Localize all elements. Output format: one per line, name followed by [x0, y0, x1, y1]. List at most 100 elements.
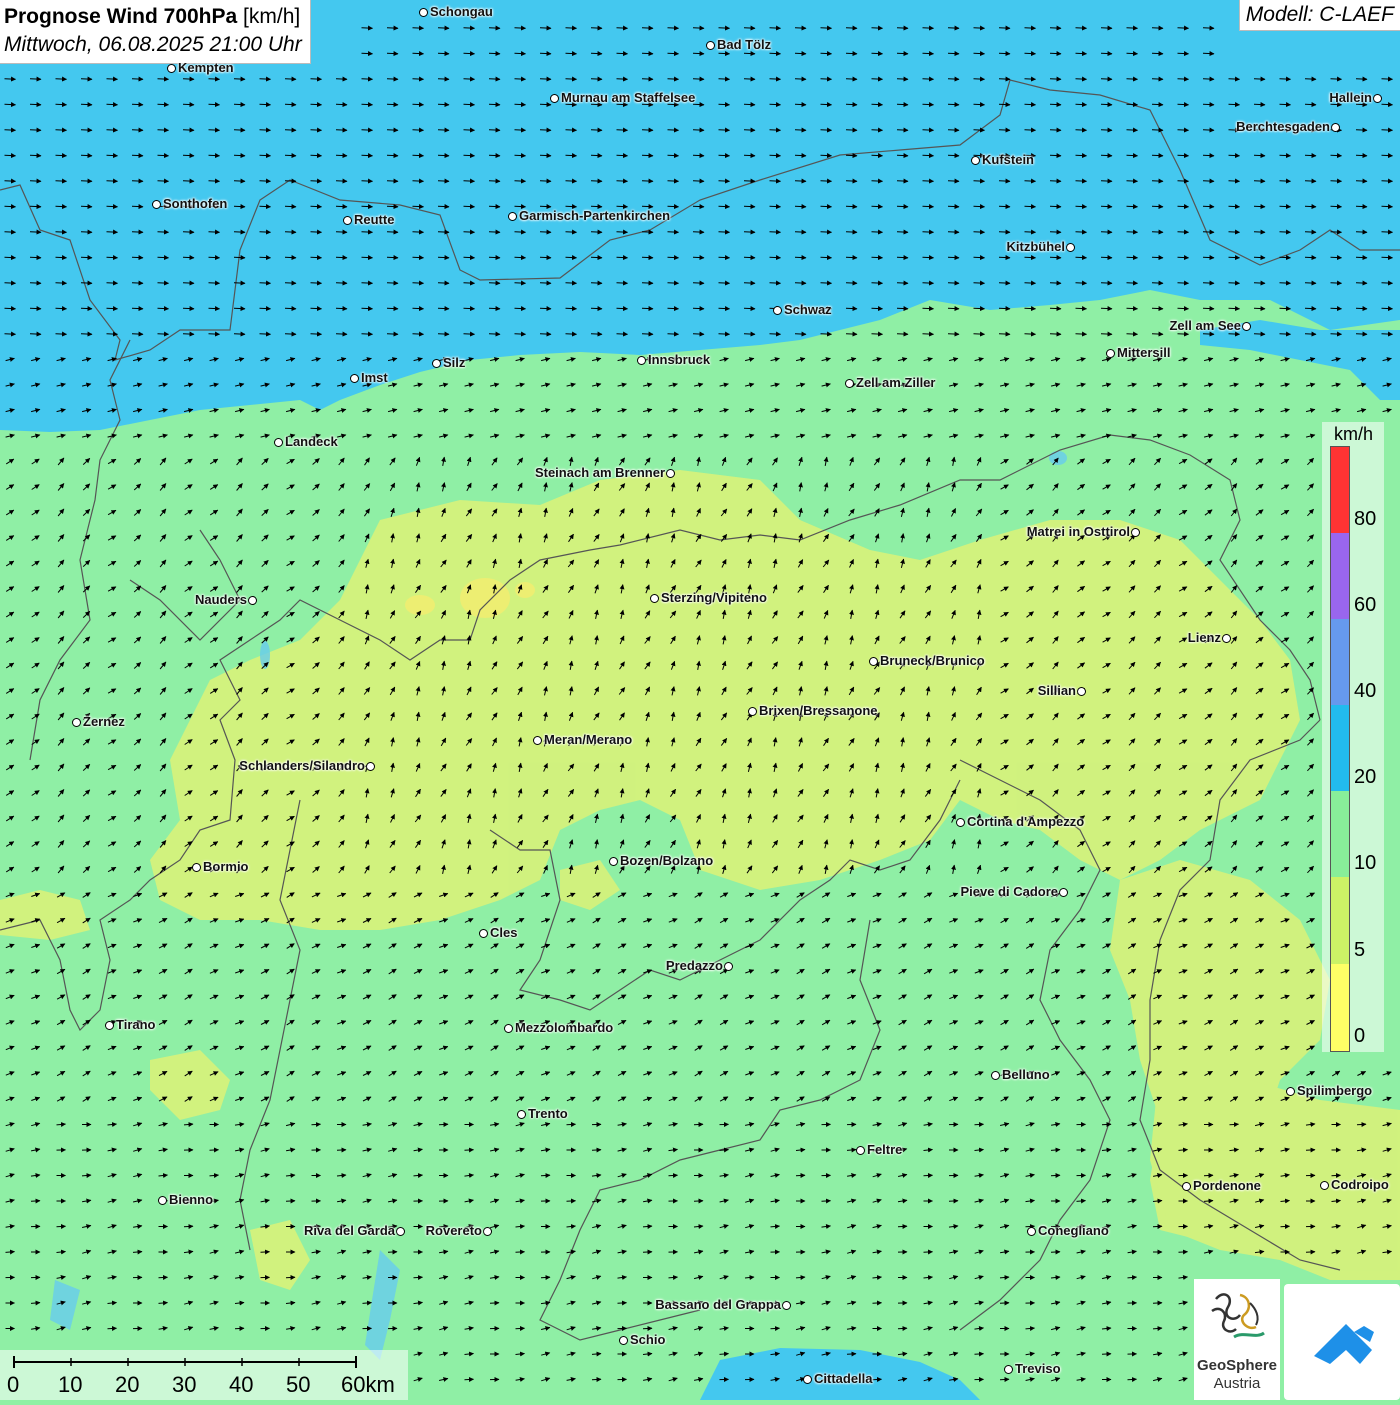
- mountain-cloud-icon: [1284, 1284, 1400, 1400]
- city-dot-icon: [158, 1196, 167, 1205]
- wind-arrow: [719, 308, 730, 309]
- wind-arrow: [1305, 104, 1316, 105]
- wind-arrow: [642, 155, 653, 156]
- wind-arrow: [1050, 53, 1061, 54]
- wind-arrow: [1331, 334, 1342, 335]
- wind-arrow: [948, 155, 959, 156]
- wind-arrow: [566, 308, 577, 309]
- wind-arrow: [566, 181, 577, 182]
- wind-arrow: [1357, 1124, 1366, 1125]
- wind-arrow: [1127, 104, 1138, 105]
- wind-arrow: [1050, 155, 1061, 156]
- wind-arrow: [897, 308, 908, 309]
- wind-arrow: [999, 257, 1010, 258]
- wind-arrow: [438, 232, 449, 233]
- wind-arrow: [107, 308, 118, 309]
- wind-arrow: [1305, 206, 1316, 207]
- wind-arrow: [1076, 79, 1087, 80]
- wind-arrow: [183, 155, 194, 156]
- wind-arrow: [540, 28, 551, 29]
- wind-arrow: [311, 104, 322, 105]
- wind-arrow: [464, 181, 475, 182]
- wind-arrow: [617, 257, 628, 258]
- wind-arrow: [770, 232, 781, 233]
- city-dot-icon: [650, 594, 659, 603]
- wind-arrow: [821, 79, 832, 80]
- wind-arrow: [489, 181, 500, 182]
- wind-arrow: [311, 308, 322, 309]
- wind-arrow: [591, 130, 602, 131]
- wind-arrow: [464, 257, 475, 258]
- wind-arrow: [1101, 232, 1112, 233]
- wind-arrow: [821, 130, 832, 131]
- wind-arrow: [56, 308, 67, 309]
- wind-arrow: [771, 1328, 780, 1329]
- wind-arrow: [693, 53, 704, 54]
- wind-arrow: [1331, 257, 1342, 258]
- wind-arrow: [5, 155, 16, 156]
- wind-arrow: [1101, 28, 1112, 29]
- wind-arrow: [846, 28, 857, 29]
- wind-arrow: [158, 104, 169, 105]
- wind-arrow: [948, 334, 959, 335]
- wind-arrow: [107, 130, 118, 131]
- wind-arrow: [795, 181, 806, 182]
- wind-arrow: [719, 130, 730, 131]
- wind-arrow: [1229, 79, 1240, 80]
- wind-arrow: [795, 79, 806, 80]
- wind-arrow: [1203, 130, 1214, 131]
- wind-arrow: [81, 308, 92, 309]
- wind-arrow: [1229, 181, 1240, 182]
- wind-arrow: [846, 104, 857, 105]
- geosphere-logo[interactable]: GeoSphere Austria: [1194, 1279, 1280, 1400]
- city-dot-icon: [366, 762, 375, 771]
- wind-arrow: [1152, 181, 1163, 182]
- wind-arrow: [311, 257, 322, 258]
- wind-arrow: [515, 206, 526, 207]
- wind-arrow: [999, 334, 1010, 335]
- wind-arrow: [438, 334, 449, 335]
- wind-arrow: [974, 79, 985, 80]
- wind-arrow: [183, 79, 194, 80]
- wind-arrow: [795, 232, 806, 233]
- legend-label-5: 5: [1354, 939, 1365, 962]
- wind-arrow: [1050, 308, 1061, 309]
- wind-arrow: [362, 308, 373, 309]
- wind-arrow: [1127, 283, 1138, 284]
- scale-label: 10: [58, 1372, 82, 1398]
- city-dot-icon: [856, 1146, 865, 1155]
- wind-arrow: [846, 130, 857, 131]
- wind-arrow: [999, 53, 1010, 54]
- wind-arrow: [744, 206, 755, 207]
- wind-arrow: [56, 130, 67, 131]
- wind-arrow: [489, 334, 500, 335]
- wind-arrow: [591, 257, 602, 258]
- wind-arrow: [897, 206, 908, 207]
- wind-arrow: [948, 308, 959, 309]
- wind-arrow: [591, 181, 602, 182]
- wind-arrow: [1254, 257, 1265, 258]
- wind-arrow: [107, 104, 118, 105]
- wind-arrow: [821, 104, 832, 105]
- wind-arrow: [107, 181, 118, 182]
- wind-arrow: [1305, 155, 1316, 156]
- city-name: Cittadella: [814, 1371, 873, 1386]
- wind-arrow: [260, 79, 271, 80]
- city-name: Riva del Garda: [304, 1223, 395, 1238]
- wind-arrow: [489, 155, 500, 156]
- city-name: Meran/Merano: [544, 732, 632, 747]
- wind-arrow: [1076, 232, 1087, 233]
- wind-arrow: [5, 257, 16, 258]
- wind-arrow: [1101, 181, 1112, 182]
- wind-arrow: [413, 206, 424, 207]
- wind-arrow: [1076, 181, 1087, 182]
- city-dot-icon: [152, 200, 161, 209]
- wind-arrow: [1331, 155, 1342, 156]
- wind-arrow: [693, 334, 704, 335]
- wind-arrow: [30, 257, 41, 258]
- app-logo[interactable]: [1284, 1284, 1400, 1400]
- wind-arrow: [795, 257, 806, 258]
- wind-arrow: [719, 334, 730, 335]
- wind-arrow: [312, 1124, 321, 1125]
- wind-arrow: [30, 130, 41, 131]
